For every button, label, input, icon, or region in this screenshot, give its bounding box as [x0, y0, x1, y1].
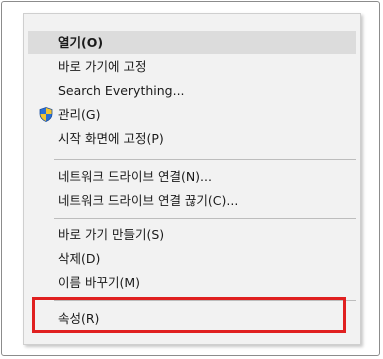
menu-item-create-shortcut[interactable]: 바로 가기 만들기(S): [28, 223, 356, 246]
menu-item-label: 열기(O): [58, 35, 104, 50]
menu-item-rename[interactable]: 이름 바꾸기(M): [28, 271, 356, 294]
menu-item-label: 삭제(D): [58, 251, 101, 266]
menu-item-manage[interactable]: 관리(G): [28, 103, 356, 126]
menu-item-label: 관리(G): [58, 107, 101, 122]
menu-separator: [54, 218, 356, 219]
menu-item-label: 시작 화면에 고정(P): [58, 131, 164, 146]
menu-item-search-everything[interactable]: Search Everything...: [28, 79, 356, 102]
menu-item-open[interactable]: 열기(O): [28, 31, 356, 54]
menu-item-label: 네트워크 드라이브 연결 끊기(C)...: [58, 193, 239, 208]
menu-item-delete[interactable]: 삭제(D): [28, 247, 356, 270]
highlight-box-properties: [32, 297, 346, 333]
menu-item-pin-to-quick-access[interactable]: 바로 가기에 고정: [28, 55, 356, 78]
menu-separator: [54, 159, 356, 160]
menu-item-label: 바로 가기 만들기(S): [58, 227, 165, 242]
menu-item-label: 바로 가기에 고정: [58, 59, 147, 74]
menu-item-label: 네트워크 드라이브 연결(N)...: [58, 169, 212, 184]
menu-item-disconnect-network-drive[interactable]: 네트워크 드라이브 연결 끊기(C)...: [28, 189, 356, 212]
context-menu: 열기(O) 바로 가기에 고정 Search Everything... 관리(…: [23, 13, 361, 345]
menu-item-label: 이름 바꾸기(M): [58, 275, 141, 290]
menu-item-pin-to-start[interactable]: 시작 화면에 고정(P): [28, 127, 356, 150]
uac-shield-icon: [39, 107, 53, 122]
menu-item-map-network-drive[interactable]: 네트워크 드라이브 연결(N)...: [28, 165, 356, 188]
menu-item-label: Search Everything...: [58, 83, 185, 98]
